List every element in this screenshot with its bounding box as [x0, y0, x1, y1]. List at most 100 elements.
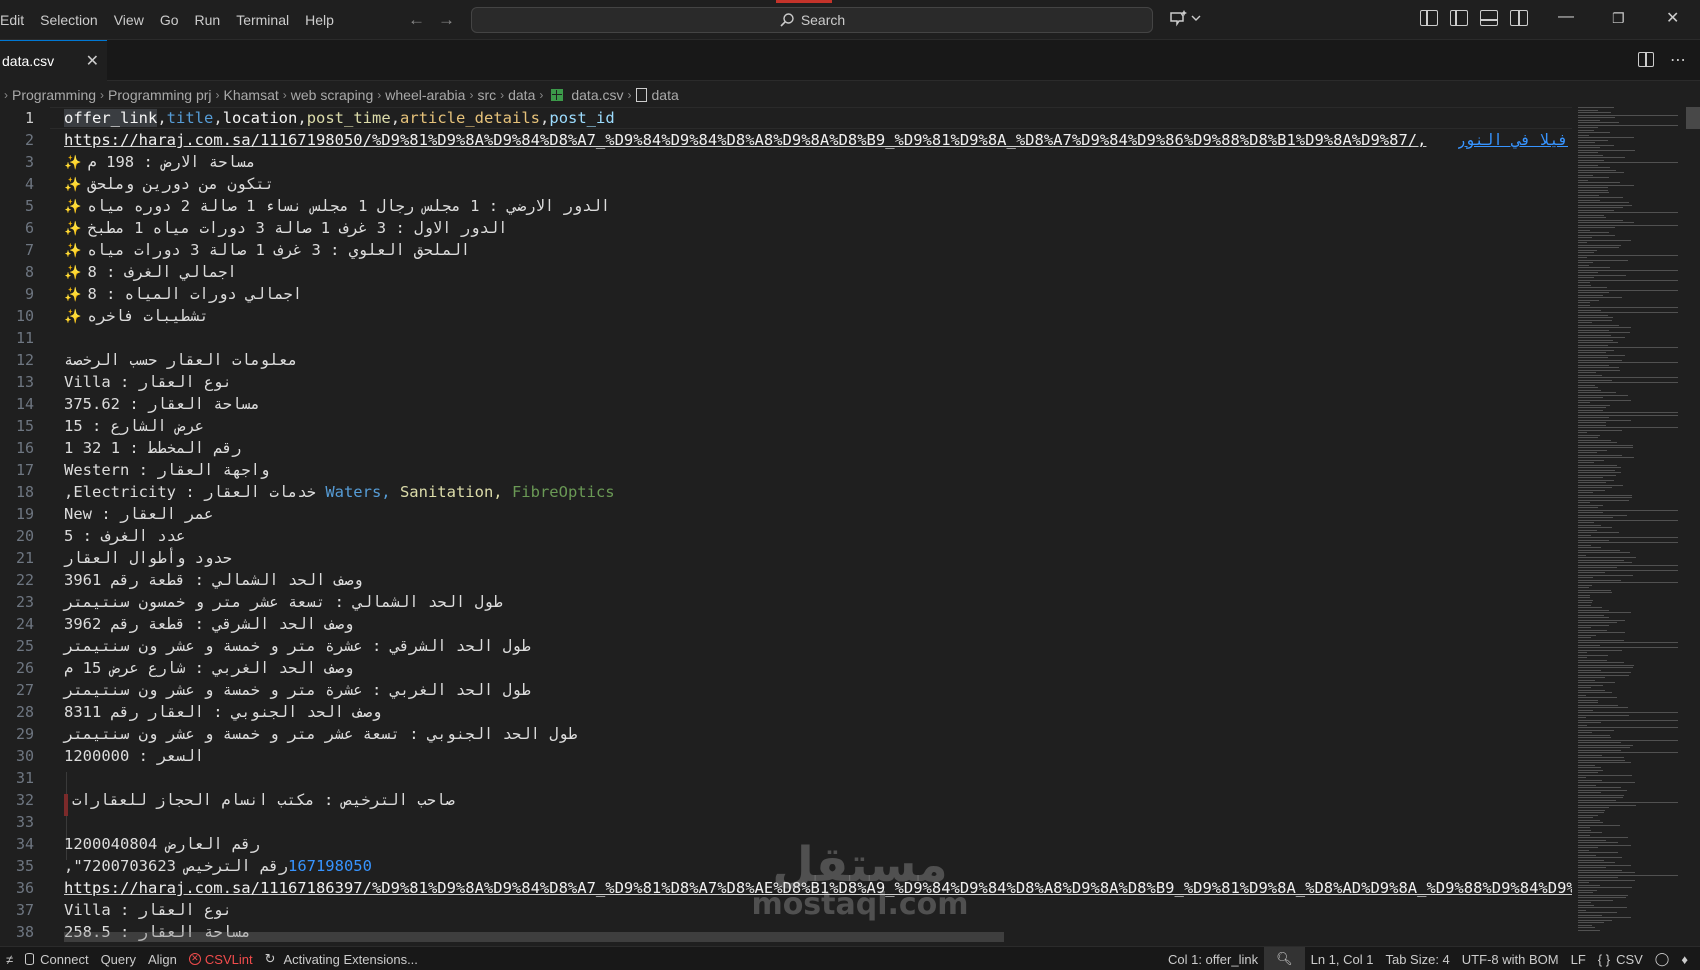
breadcrumb-item[interactable]: data — [508, 87, 535, 103]
menu-run[interactable]: Run — [187, 0, 229, 40]
close-icon[interactable]: ✕ — [86, 51, 99, 71]
language-mode[interactable]: { } CSV — [1592, 947, 1649, 970]
tab-size[interactable]: Tab Size: 4 — [1379, 947, 1455, 970]
minimap-line — [1578, 282, 1591, 284]
minimap-line — [1578, 764, 1595, 766]
minimap-line — [1578, 387, 1598, 389]
minimap-line — [1578, 742, 1622, 744]
minimap-line — [1578, 884, 1600, 886]
minimap-line — [1578, 802, 1678, 804]
line-number: 11 — [15, 329, 34, 347]
forward-arrow-icon[interactable]: → — [438, 10, 455, 30]
menu-help[interactable]: Help — [297, 0, 342, 40]
minimap-line — [1578, 474, 1617, 476]
minimap-line — [1578, 262, 1594, 264]
connect-button[interactable]: Connect — [19, 947, 94, 970]
toggle-panel-icon[interactable] — [1480, 10, 1498, 26]
minimap-line — [1578, 509, 1678, 511]
code-line-34: رقم العارض 1200040804 — [64, 833, 260, 855]
bell-icon[interactable]: ♦ — [1675, 947, 1694, 970]
minimap-line — [1578, 759, 1625, 761]
minimap-line — [1578, 784, 1597, 786]
breadcrumb-item[interactable]: data — [652, 87, 679, 103]
menu-view[interactable]: View — [106, 0, 152, 40]
line-text: رقم المخطط : 1 32 1 — [64, 439, 242, 457]
zoom-icon[interactable]: 🔍︎ — [1264, 947, 1305, 970]
end-of-line[interactable]: LF — [1565, 947, 1592, 970]
header-title: title — [166, 109, 214, 127]
split-editor-icon[interactable] — [1638, 52, 1654, 67]
menu-edit[interactable]: Edit — [0, 0, 32, 40]
back-arrow-icon[interactable]: ← — [408, 10, 425, 30]
line-number: 6 — [24, 219, 34, 237]
remote-indicator[interactable]: ≠ — [0, 947, 19, 970]
sparkle-icon: ✨ — [64, 221, 82, 237]
align-button[interactable]: Align — [142, 947, 183, 970]
minimap-line — [1578, 917, 1632, 919]
minimap-line — [1578, 839, 1607, 841]
minimap-line — [1578, 287, 1607, 289]
tab-data-csv[interactable]: data.csv ✕ — [0, 40, 107, 81]
minimap-line — [1578, 239, 1631, 241]
horizontal-scrollbar[interactable] — [50, 932, 1572, 942]
minimap-line — [1578, 602, 1592, 604]
customize-layout-icon[interactable] — [1420, 10, 1438, 26]
copilot-status-icon[interactable]: ◯ — [1649, 947, 1676, 970]
menu-go[interactable]: Go — [152, 0, 187, 40]
vertical-scrollbar-thumb[interactable] — [1686, 107, 1700, 129]
restore-icon[interactable]: ❐ — [1612, 10, 1625, 27]
minimap-line — [1578, 644, 1601, 646]
minimap-line — [1578, 827, 1590, 829]
breadcrumb-item[interactable]: Programming prj — [108, 87, 211, 103]
breadcrumb-separator: › — [282, 88, 287, 102]
line-text: مساحة الارض : 198 م — [87, 153, 256, 171]
query-button[interactable]: Query — [95, 947, 142, 970]
menu-selection[interactable]: Selection — [32, 0, 106, 40]
minimap-line — [1578, 872, 1635, 874]
minimap-line — [1578, 184, 1634, 186]
column-info[interactable]: Col 1: offer_link — [1162, 947, 1264, 970]
minimap-line — [1578, 292, 1609, 294]
breadcrumb-separator: › — [215, 88, 220, 102]
cursor-position[interactable]: Ln 1, Col 1 — [1305, 947, 1380, 970]
minimap-line — [1578, 847, 1599, 849]
post-title-text[interactable]: فيلا في النوريه — [1458, 131, 1568, 149]
offer-link-url[interactable]: https://haraj.com.sa/11167186397/%D9%81%… — [64, 879, 1572, 897]
toggle-primary-sidebar-icon[interactable] — [1450, 10, 1468, 26]
offer-link-url[interactable]: https://haraj.com.sa/11167198050/%D9%81%… — [64, 131, 1426, 149]
breadcrumb-item[interactable]: src — [477, 87, 496, 103]
minimap-line — [1578, 687, 1591, 689]
code-line-32: صاحب الترخيص : مكتب انسام الحجاز للعقارا… — [72, 789, 455, 811]
minimap-line — [1578, 622, 1617, 624]
line-text: تشطيبات فاخره — [87, 307, 209, 325]
menu-terminal[interactable]: Terminal — [228, 0, 297, 40]
breadcrumb-item[interactable]: wheel-arabia — [385, 87, 465, 103]
line-number: 15 — [15, 417, 34, 435]
minimap[interactable] — [1578, 107, 1686, 942]
horizontal-scrollbar-thumb[interactable] — [64, 932, 1004, 942]
more-icon[interactable]: ⋯ — [1670, 50, 1686, 70]
close-window-icon[interactable]: ✕ — [1666, 8, 1679, 28]
minimap-line — [1578, 317, 1613, 319]
csvlint-button[interactable]: ✕ CSVLint — [183, 947, 259, 970]
minimap-line — [1578, 192, 1609, 194]
toggle-secondary-sidebar-icon[interactable] — [1510, 10, 1528, 26]
breadcrumb-item[interactable]: web scraping — [291, 87, 374, 103]
encoding[interactable]: UTF-8 with BOM — [1456, 947, 1565, 970]
copilot-button[interactable] — [1168, 9, 1202, 27]
command-center-search[interactable]: Search — [471, 7, 1153, 33]
breadcrumb-item[interactable]: data.csv — [571, 87, 623, 103]
code-line-36: https://haraj.com.sa/11167186397/%D9%81%… — [64, 877, 1572, 899]
minimap-line — [1578, 782, 1636, 784]
minimap-line — [1578, 344, 1608, 346]
minimap-line — [1578, 312, 1678, 314]
minimize-icon[interactable]: — — [1558, 8, 1574, 26]
code-editor[interactable]: 1 2 3 4 5 6 7 8 9 10 11 12 13 14 15 16 17 18 19 20 21 22 23 24 2… — [0, 107, 1572, 942]
minimap-line — [1578, 389, 1602, 391]
breadcrumb-item[interactable]: Khamsat — [224, 87, 279, 103]
minimap-line — [1578, 809, 1605, 811]
csvlint-label: CSVLint — [204, 951, 253, 967]
breadcrumb-item[interactable]: Programming — [12, 87, 96, 103]
minimap-line — [1578, 174, 1593, 176]
code-line-1: offer_link,title,location,post_time,arti… — [64, 109, 615, 127]
